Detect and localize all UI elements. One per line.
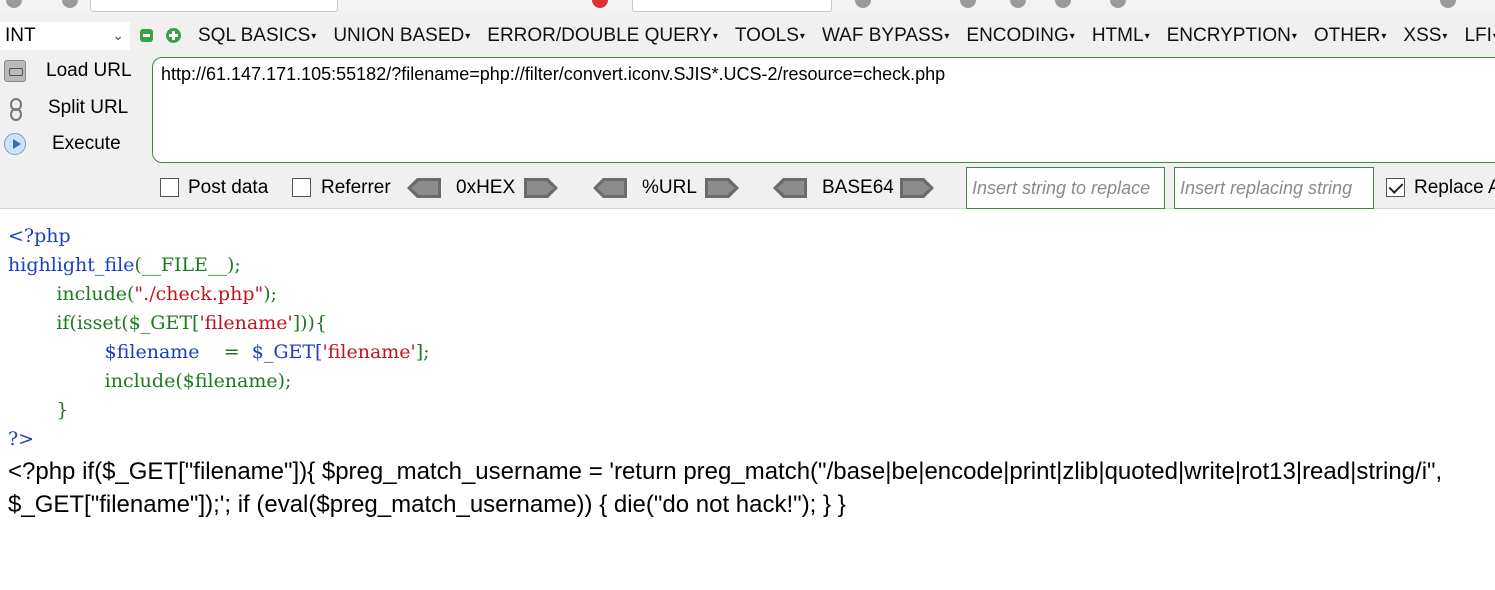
address-bar-partial[interactable] xyxy=(90,0,338,12)
hackbar-menu-label: WAF BYPASS xyxy=(821,25,944,46)
hackbar-menu-label: ERROR/DOUBLE QUERY xyxy=(487,25,712,46)
hackbar-menu-encoding[interactable]: ENCODING▾ xyxy=(966,25,1074,47)
hackbar-menu-other[interactable]: OTHER▾ xyxy=(1314,25,1387,47)
bookmark-icon[interactable] xyxy=(855,0,871,8)
hackbar-menu-label: UNION BASED xyxy=(333,25,465,46)
code-variable: $filename xyxy=(104,341,200,363)
hex-label: 0xHEX xyxy=(456,177,516,198)
hackbar-menu-xss[interactable]: XSS▾ xyxy=(1403,25,1447,47)
split-url-button[interactable]: Split URL xyxy=(0,93,150,123)
code-string: 'filename' xyxy=(322,341,416,363)
toolbar-icon[interactable] xyxy=(1055,0,1071,8)
dropdown-caret-icon: ▾ xyxy=(1291,31,1297,42)
code-line: highlight_file xyxy=(8,254,135,276)
execute-button[interactable]: Execute xyxy=(0,129,150,159)
hackbar-menu-label: LFI xyxy=(1464,25,1492,46)
post-data-checkbox[interactable] xyxy=(160,178,179,197)
stop-icon[interactable] xyxy=(592,0,608,8)
hackbar-menu-error-double-query[interactable]: ERROR/DOUBLE QUERY▾ xyxy=(487,25,718,47)
load-url-icon xyxy=(4,60,26,82)
dropdown-caret-icon: ▾ xyxy=(944,31,950,42)
hackbar-menu-label: OTHER xyxy=(1313,25,1381,46)
replace-search-input[interactable]: Insert string to replace xyxy=(966,167,1165,209)
dropdown-caret-icon: ▾ xyxy=(1069,31,1075,42)
hackbar-panel: INT ⌄ SQL BASICS▾ UNION BASED▾ ERROR/DOUBL… xyxy=(0,14,1495,209)
decrease-icon[interactable] xyxy=(140,29,153,42)
hackbar-menu-label: HTML xyxy=(1091,25,1144,46)
scissors-icon xyxy=(4,97,26,121)
toolbar-icon[interactable] xyxy=(960,0,976,8)
toolbar-icon[interactable] xyxy=(1010,0,1026,8)
dropdown-caret-icon: ▾ xyxy=(799,31,805,42)
dropdown-caret-icon: ▾ xyxy=(1381,31,1387,42)
increase-icon[interactable] xyxy=(166,28,181,43)
hackbar-menus: SQL BASICS▾ UNION BASED▾ ERROR/DOUBLE QUER… xyxy=(198,22,1495,50)
dropdown-caret-icon: ▾ xyxy=(1442,31,1448,42)
highlighted-source: <?php highlight_file(__FILE__); include(… xyxy=(8,222,430,454)
execute-label: Execute xyxy=(52,133,121,154)
menu-icon[interactable] xyxy=(1440,0,1456,8)
code-string: "./check.php" xyxy=(134,283,264,305)
hackbar-menu-label: ENCODING xyxy=(966,25,1069,46)
code-line: <?php xyxy=(8,225,71,247)
hackbar-menu-waf-bypass[interactable]: WAF BYPASS▾ xyxy=(822,25,949,47)
code-line: ])){ xyxy=(292,312,328,334)
reload-icon[interactable] xyxy=(62,0,78,8)
code-line: ); xyxy=(263,283,278,305)
split-url-label: Split URL xyxy=(48,97,129,118)
load-url-button[interactable]: Load URL xyxy=(0,56,150,86)
hackbar-menu-label: TOOLS xyxy=(734,25,799,46)
hackbar-menu-html[interactable]: HTML▾ xyxy=(1092,25,1150,47)
hex-encode-arrow-icon[interactable] xyxy=(524,178,558,198)
code-line: ]; xyxy=(415,341,430,363)
hackbar-menu-row: INT ⌄ SQL BASICS▾ UNION BASED▾ ERROR/DOUBL… xyxy=(0,22,1495,50)
hackbar-menu-label: ENCRYPTION xyxy=(1166,25,1291,46)
type-select[interactable]: INT ⌄ xyxy=(0,22,130,50)
code-string: 'filename' xyxy=(199,312,293,334)
base64-decode-arrow-icon[interactable] xyxy=(773,178,807,198)
dropdown-caret-icon: ▾ xyxy=(1144,31,1150,42)
code-line: include($filename); xyxy=(104,370,292,392)
browser-toolbar-partial xyxy=(0,0,1495,14)
url-encode-arrow-icon[interactable] xyxy=(705,178,739,198)
type-select-value: INT xyxy=(5,25,36,46)
replace-with-input[interactable]: Insert replacing string xyxy=(1174,167,1374,209)
url-decode-arrow-icon[interactable] xyxy=(593,178,627,198)
code-line: = xyxy=(223,341,240,363)
base64-label: BASE64 xyxy=(822,177,894,198)
search-bar-partial[interactable] xyxy=(632,0,832,12)
code-line: if(isset($_GET[ xyxy=(56,312,200,334)
code-line: (__FILE__); xyxy=(134,254,241,276)
play-icon xyxy=(4,133,26,155)
hackbar-menu-label: SQL BASICS xyxy=(198,25,311,46)
load-url-label: Load URL xyxy=(46,60,132,81)
url-encode-label: %URL xyxy=(642,177,697,198)
hackbar-options-row: Post data Referrer 0xHEX %URL BASE64 Ins… xyxy=(0,167,1495,209)
base64-encode-arrow-icon[interactable] xyxy=(900,178,934,198)
replace-all-checkbox[interactable] xyxy=(1386,178,1405,197)
hackbar-menu-encryption[interactable]: ENCRYPTION▾ xyxy=(1167,25,1297,47)
chevron-down-icon: ⌄ xyxy=(112,27,124,43)
referrer-checkbox[interactable] xyxy=(292,178,311,197)
hackbar-menu-tools[interactable]: TOOLS▾ xyxy=(735,25,805,47)
url-textarea[interactable]: http://61.147.171.105:55182/?filename=ph… xyxy=(152,57,1495,163)
toolbar-icon[interactable] xyxy=(1110,0,1126,8)
included-file-output: <?php if($_GET["filename"]){ $preg_match… xyxy=(8,458,1443,518)
dropdown-caret-icon: ▾ xyxy=(311,31,317,42)
hackbar-menu-label: XSS xyxy=(1403,25,1442,46)
post-data-label: Post data xyxy=(188,177,269,198)
code-variable: $_GET[ xyxy=(251,341,323,363)
hackbar-menu-union-based[interactable]: UNION BASED▾ xyxy=(333,25,470,47)
dropdown-caret-icon: ▾ xyxy=(465,31,471,42)
code-line: } xyxy=(56,399,69,421)
code-line: include( xyxy=(56,283,135,305)
back-icon[interactable] xyxy=(6,0,22,8)
hackbar-menu-lfi[interactable]: LFI▾ xyxy=(1464,25,1495,47)
code-line: ?> xyxy=(8,428,35,450)
hackbar-menu-sql-basics[interactable]: SQL BASICS▾ xyxy=(198,25,316,47)
hex-decode-arrow-icon[interactable] xyxy=(407,178,441,198)
dropdown-caret-icon: ▾ xyxy=(712,31,718,42)
referrer-label: Referrer xyxy=(321,177,391,198)
replace-all-label: Replace A xyxy=(1414,177,1495,198)
